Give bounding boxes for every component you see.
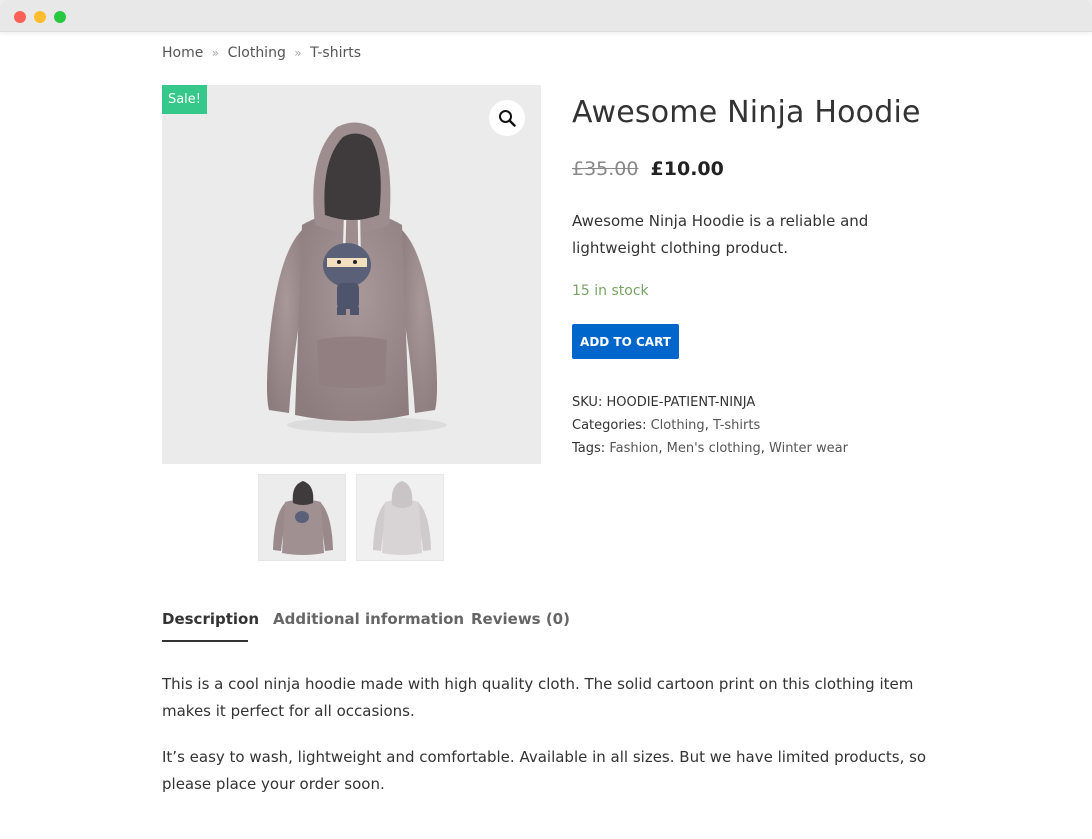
tag-link-mens-clothing[interactable]: Men's clothing: [667, 441, 761, 456]
sku-value: HOODIE-PATIENT-NINJA: [606, 395, 756, 410]
breadcrumb-separator: »: [211, 46, 220, 60]
tab-additional-information[interactable]: Additional information: [273, 610, 464, 628]
tab-description[interactable]: Description: [162, 610, 259, 628]
browser-window: Home » Clothing » T-shirts Sale! Awesome…: [0, 0, 1092, 839]
breadcrumb-current: T-shirts: [310, 45, 362, 61]
stock-status: 15 in stock: [572, 283, 649, 299]
active-tab-indicator: [162, 640, 248, 642]
add-to-cart-button[interactable]: ADD TO CART: [572, 324, 679, 359]
sku-line: SKU: HOODIE-PATIENT-NINJA: [572, 395, 755, 410]
close-window-button[interactable]: [14, 11, 26, 23]
hoodie-image: [267, 122, 447, 433]
tags-line: Tags: Fashion, Men's clothing, Winter we…: [572, 441, 848, 456]
zoom-button[interactable]: [489, 100, 525, 136]
product-main-image[interactable]: Sale!: [162, 85, 541, 464]
breadcrumb-clothing-link[interactable]: Clothing: [228, 45, 286, 61]
categories-label: Categories:: [572, 418, 647, 433]
breadcrumb-separator: »: [294, 46, 302, 60]
window-titlebar: [0, 0, 1092, 32]
sale-badge: Sale!: [162, 85, 207, 114]
description-paragraph: It’s easy to wash, lightweight and comfo…: [162, 748, 927, 793]
short-description: Awesome Ninja Hoodie is a reliable and l…: [572, 212, 869, 257]
sku-label: SKU:: [572, 395, 603, 410]
magnifier-icon: [499, 110, 516, 127]
product-title: Awesome Ninja Hoodie: [572, 95, 921, 130]
tab-reviews[interactable]: Reviews (0): [471, 610, 570, 628]
thumbnail-front[interactable]: [258, 474, 346, 561]
maximize-window-button[interactable]: [54, 11, 66, 23]
hoodie-front-thumbnail-image: [273, 481, 333, 555]
tags-label: Tags:: [572, 441, 606, 456]
product-price: £35.00 £10.00: [572, 158, 724, 180]
breadcrumb-home-link[interactable]: Home: [162, 45, 203, 61]
sale-price: £10.00: [650, 158, 724, 180]
tag-link-winter-wear[interactable]: Winter wear: [769, 441, 848, 456]
breadcrumb: Home » Clothing » T-shirts: [162, 45, 361, 61]
tag-link-fashion[interactable]: Fashion: [609, 441, 658, 456]
categories-line: Categories: Clothing, T-shirts: [572, 418, 761, 433]
category-link-clothing[interactable]: Clothing: [651, 418, 705, 433]
thumbnail-back[interactable]: [356, 474, 444, 561]
old-price: £35.00: [572, 158, 639, 180]
description-paragraph: This is a cool ninja hoodie made with hi…: [162, 675, 914, 720]
minimize-window-button[interactable]: [34, 11, 46, 23]
category-link-tshirts[interactable]: T-shirts: [713, 418, 760, 433]
hoodie-back-thumbnail-image: [373, 481, 431, 555]
